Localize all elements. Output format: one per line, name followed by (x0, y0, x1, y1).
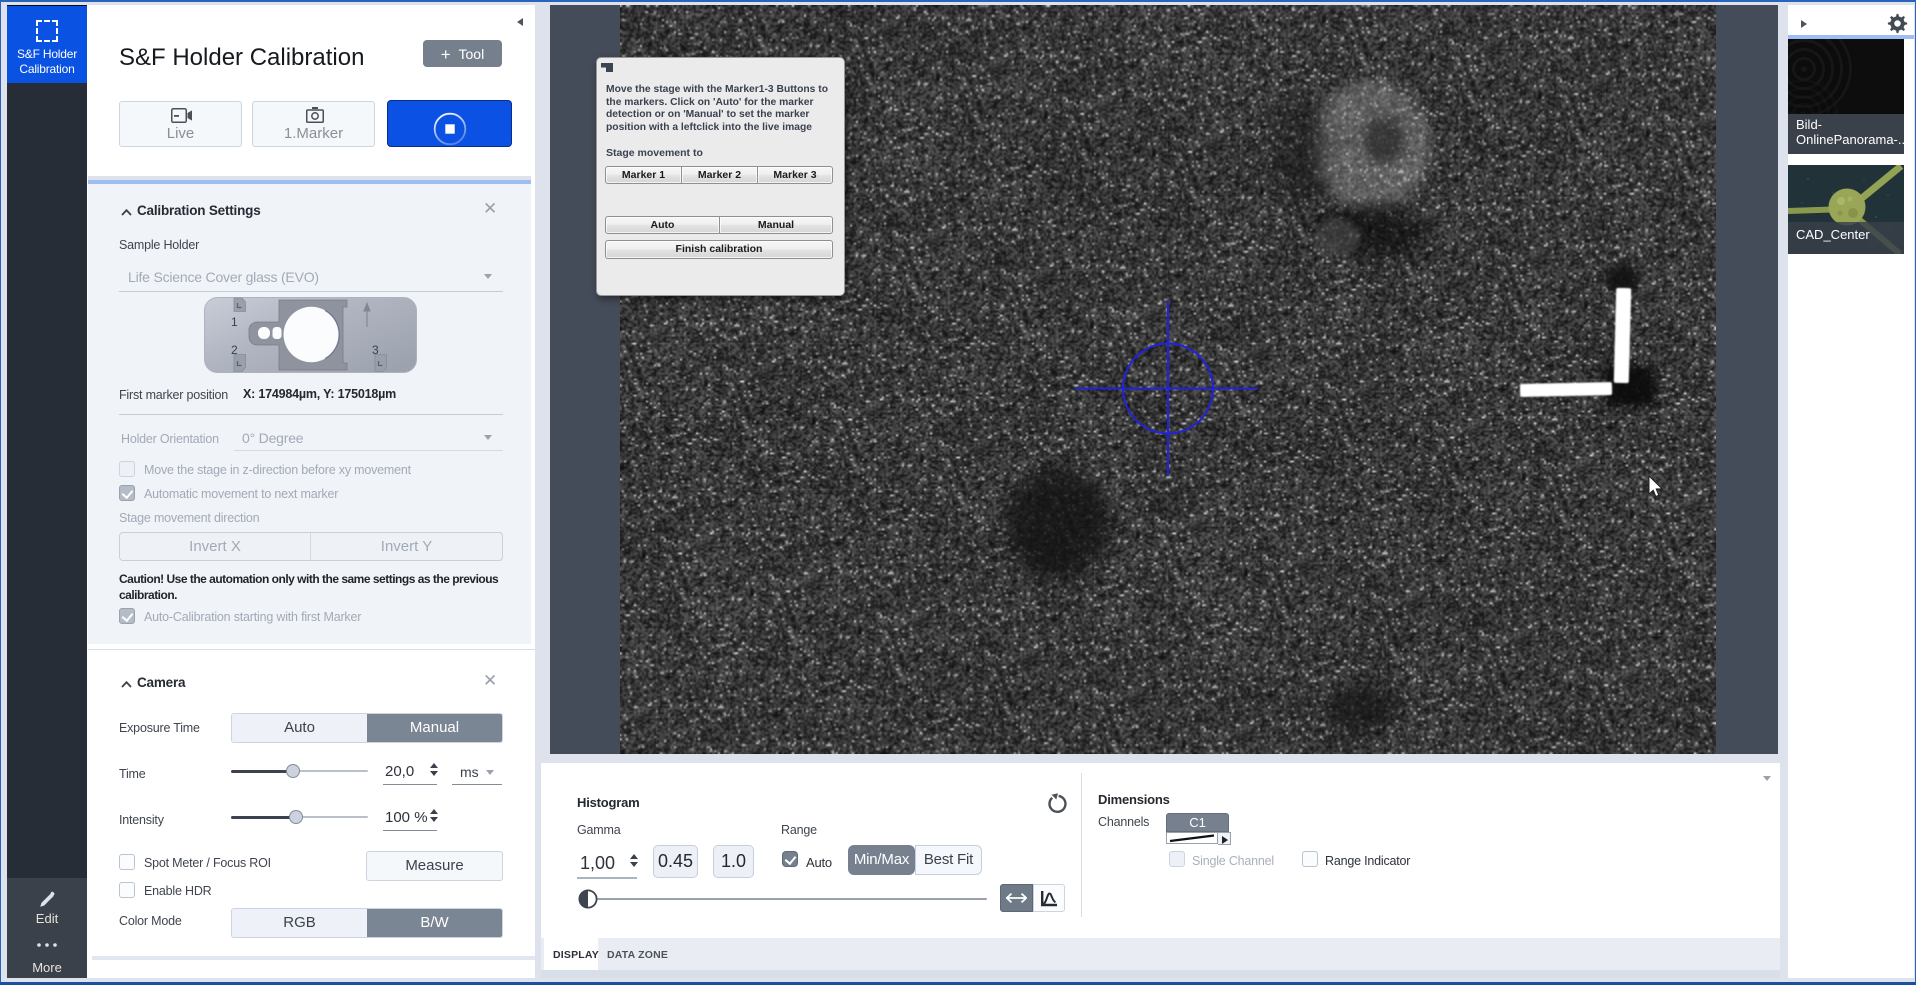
svg-text:1: 1 (231, 315, 238, 329)
svg-text:2: 2 (231, 343, 238, 357)
svg-text:3: 3 (372, 343, 379, 357)
